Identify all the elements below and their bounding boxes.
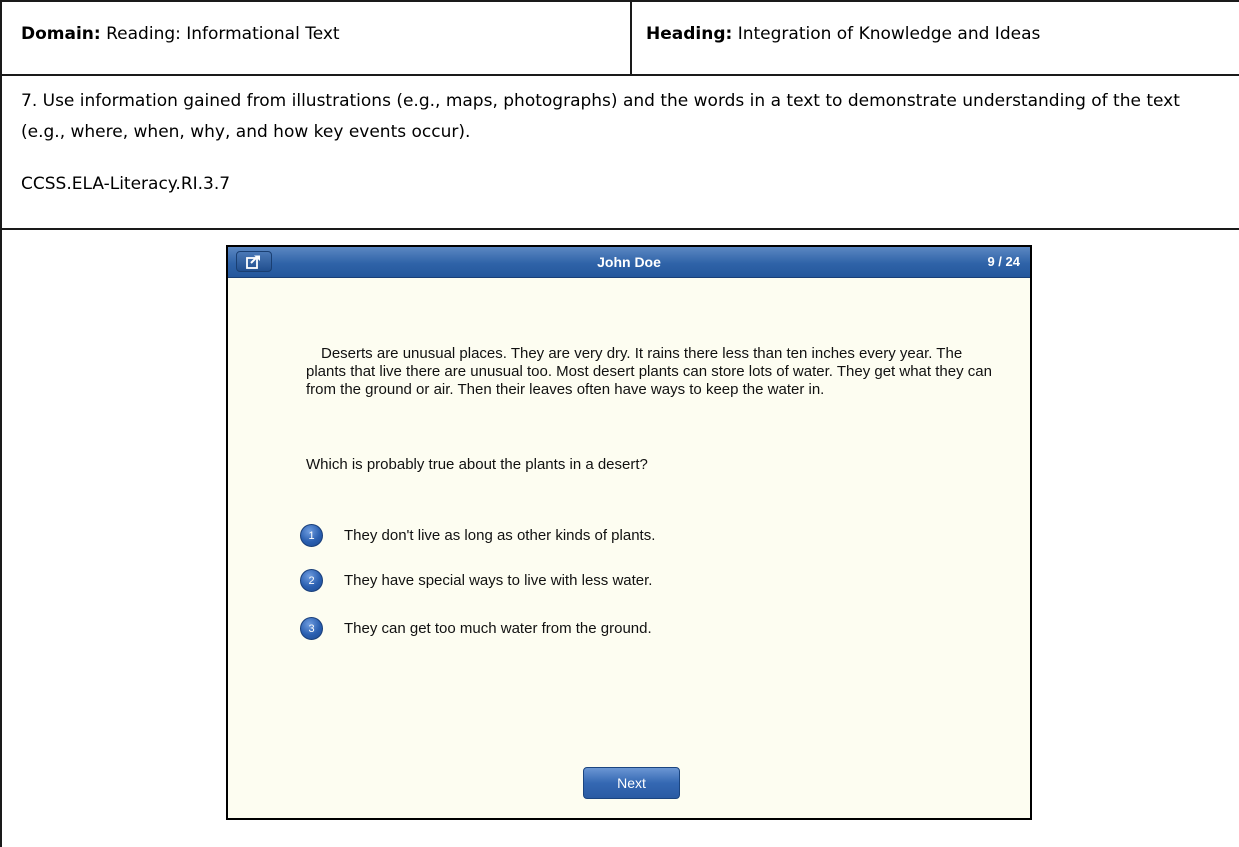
domain-label: Domain: <box>21 24 101 44</box>
choice-text[interactable]: They don't live as long as other kinds o… <box>344 527 655 544</box>
standard-text: 7. Use information gained from illustrat… <box>21 91 1180 142</box>
answer-choice-2[interactable]: 2 They have special ways to live with le… <box>300 568 652 592</box>
answer-choice-3[interactable]: 3 They can get too much water from the g… <box>300 616 652 640</box>
heading-label: Heading: <box>646 24 733 44</box>
standard-code: CCSS.ELA-Literacy.RI.3.7 <box>21 174 231 194</box>
app-title-bar: John Doe 9 / 24 <box>228 247 1030 278</box>
passage-text: Deserts are unusual places. They are ver… <box>306 345 992 398</box>
heading-value: Integration of Knowledge and Ideas <box>737 24 1041 44</box>
choice-text[interactable]: They can get too much water from the gro… <box>344 620 652 637</box>
domain-cell: Domain: Reading: Informational Text <box>2 2 632 74</box>
choice-number-badge[interactable]: 1 <box>300 523 323 547</box>
reading-passage: Deserts are unusual places. They are ver… <box>306 345 996 399</box>
choice-number-badge[interactable]: 3 <box>300 616 323 640</box>
domain-value: Reading: Informational Text <box>106 24 340 44</box>
quiz-app-screenshot: John Doe 9 / 24 Deserts are unusual plac… <box>226 245 1032 820</box>
heading-cell: Heading: Integration of Knowledge and Id… <box>632 2 1239 74</box>
choice-number-badge[interactable]: 2 <box>300 568 323 592</box>
question-text: Which is probably true about the plants … <box>306 456 648 473</box>
standard-row: 7. Use information gained from illustrat… <box>2 74 1239 230</box>
header-row: Domain: Reading: Informational Text Head… <box>2 2 1239 76</box>
question-counter: 9 / 24 <box>987 254 1020 269</box>
next-button[interactable]: Next <box>583 767 680 799</box>
student-name-title: John Doe <box>597 254 661 270</box>
choice-text[interactable]: They have special ways to live with less… <box>344 572 652 589</box>
answer-choice-1[interactable]: 1 They don't live as long as other kinds… <box>300 523 655 547</box>
